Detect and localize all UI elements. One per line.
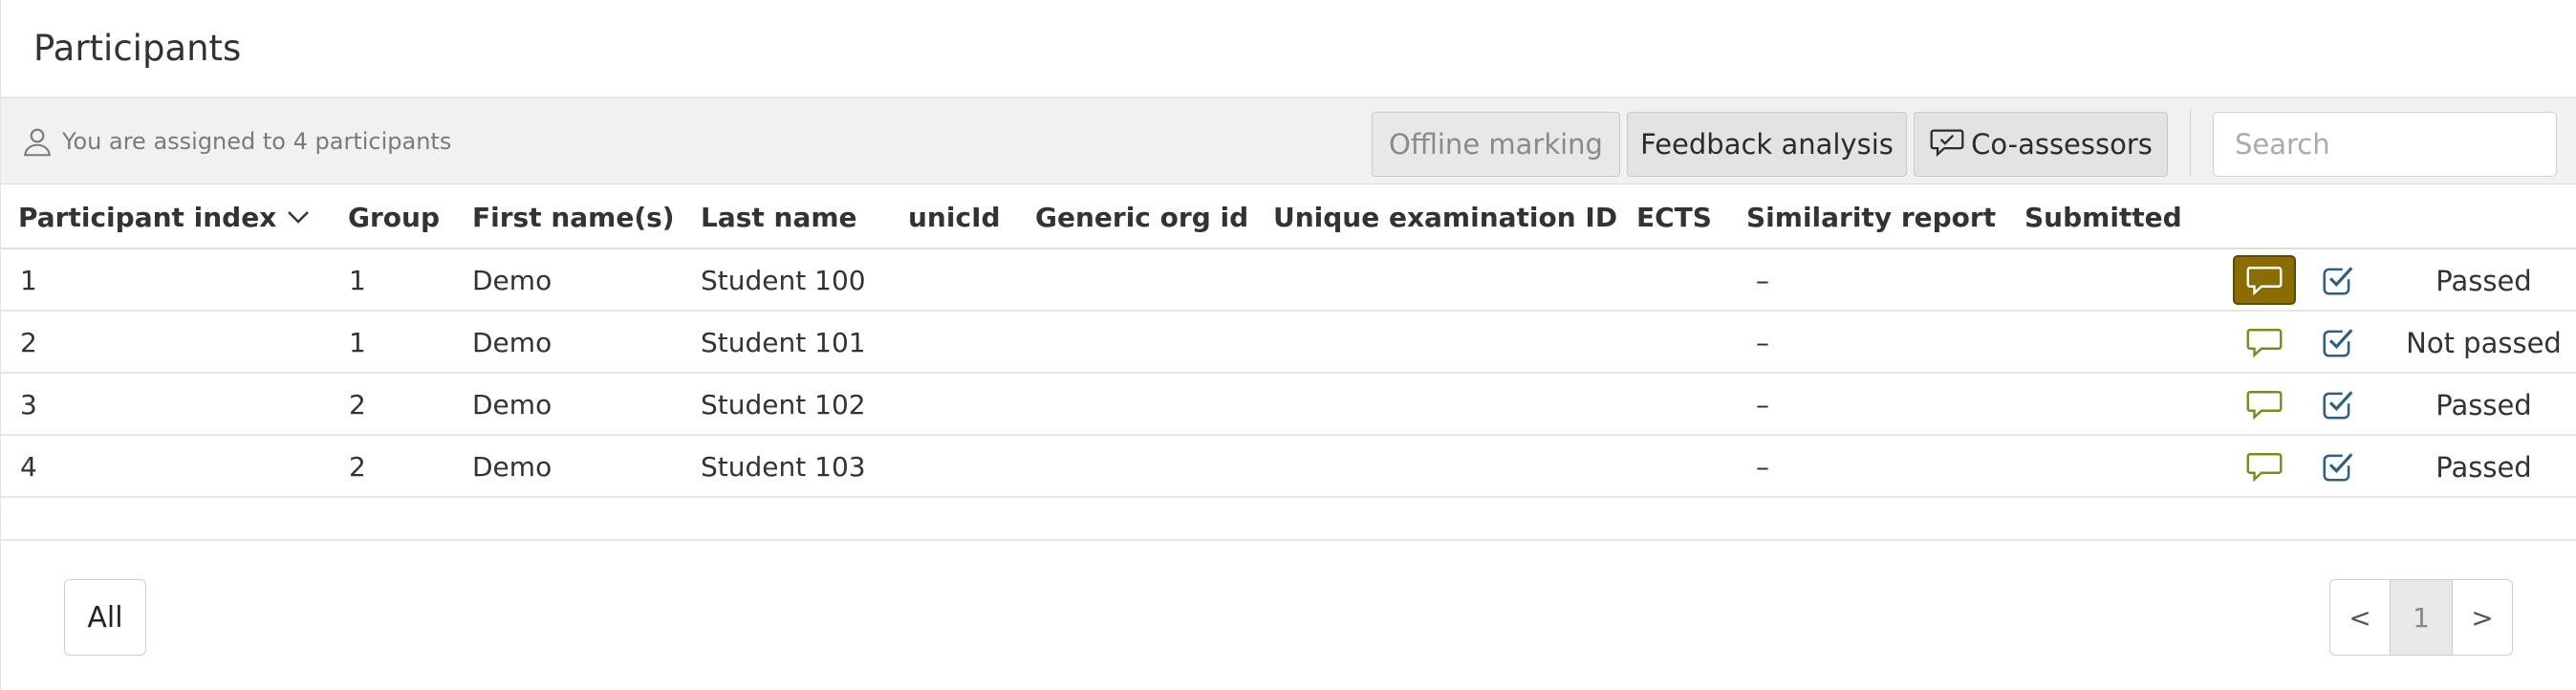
pagination-next[interactable]: > [2452, 579, 2513, 656]
column-group[interactable]: Group [348, 184, 440, 249]
cell-last-name: Student 100 [701, 265, 866, 296]
cell-last-name: Student 101 [701, 327, 866, 358]
comment-button[interactable] [2233, 379, 2296, 429]
cell-participant-index: 4 [20, 451, 37, 483]
comment-button[interactable] [2233, 255, 2296, 305]
mark-button[interactable] [2314, 379, 2362, 429]
column-ects[interactable]: ECTS [1636, 184, 1712, 249]
mark-button[interactable] [2314, 442, 2362, 491]
feedback-analysis-button[interactable]: Feedback analysis [1627, 112, 1907, 177]
pagination-prev[interactable]: < [2329, 579, 2391, 656]
search-input[interactable] [2213, 112, 2557, 177]
checkbox-check-icon [2320, 386, 2356, 422]
status-text: Passed [2435, 264, 2532, 297]
column-unicid[interactable]: unicId [908, 184, 1001, 249]
cell-last-name: Student 102 [701, 389, 866, 420]
cell-participant-index: 1 [20, 265, 37, 296]
toolbar-divider [2190, 108, 2191, 177]
cell-first-name: Demo [472, 265, 552, 296]
cell-participant-index: 3 [20, 389, 37, 420]
cell-similarity-report: – [1756, 451, 1769, 483]
cell-similarity-report: – [1756, 265, 1769, 296]
offline-marking-label: Offline marking [1389, 128, 1603, 161]
column-unique-examination-id[interactable]: Unique examination ID [1273, 184, 1617, 249]
comment-icon [2245, 449, 2284, 484]
assigned-text: You are assigned to 4 participants [62, 128, 452, 155]
title-bar: Participants [1, 0, 2576, 98]
cell-last-name: Student 103 [701, 451, 866, 483]
column-last-name[interactable]: Last name [701, 184, 857, 249]
comment-icon [2245, 263, 2284, 297]
table-header: Participant index Group First name(s) La… [1, 184, 2576, 249]
cell-similarity-report: – [1756, 389, 1769, 420]
status-text: Not passed [2406, 326, 2562, 359]
comment-check-icon [1929, 125, 1965, 164]
cell-group: 2 [349, 389, 366, 420]
comment-button[interactable] [2233, 442, 2296, 491]
offline-marking-button[interactable]: Offline marking [1372, 112, 1620, 177]
column-first-name[interactable]: First name(s) [472, 184, 675, 249]
pagination-page-1[interactable]: 1 [2391, 579, 2452, 656]
comment-icon [2245, 387, 2284, 421]
mark-button[interactable] [2314, 317, 2362, 367]
cell-first-name: Demo [472, 327, 552, 358]
pagination: < 1 > [2329, 579, 2513, 656]
checkbox-check-icon [2320, 448, 2356, 485]
cell-group: 2 [349, 451, 366, 483]
mark-button[interactable] [2314, 255, 2362, 305]
checkbox-check-icon [2320, 262, 2356, 298]
cell-first-name: Demo [472, 451, 552, 483]
cell-group: 1 [349, 265, 366, 296]
table-footer: All < 1 > [1, 541, 2576, 686]
show-all-button[interactable]: All [64, 579, 146, 656]
comment-button[interactable] [2233, 317, 2296, 367]
user-icon [20, 124, 54, 159]
cell-similarity-report: – [1756, 327, 1769, 358]
cell-group: 1 [349, 327, 366, 358]
cell-participant-index: 2 [20, 327, 37, 358]
table-row[interactable]: 2 1 Demo Student 101 – Not passed [1, 312, 2576, 374]
status-text: Passed [2435, 450, 2532, 484]
page-title: Participants [33, 28, 242, 69]
table-row[interactable]: 3 2 Demo Student 102 – Passed [1, 374, 2576, 436]
toolbar: You are assigned to 4 participants Offli… [1, 98, 2576, 184]
column-participant-index[interactable]: Participant index [18, 184, 311, 249]
participants-table: Participant index Group First name(s) La… [1, 184, 2576, 541]
column-label: Participant index [18, 201, 277, 233]
co-assessors-label: Co-assessors [1971, 128, 2153, 161]
table-body: 1 1 Demo Student 100 – Passed 2 1 Demo S [1, 249, 2576, 498]
assigned-info: You are assigned to 4 participants [20, 98, 451, 184]
status-text: Passed [2435, 388, 2532, 421]
co-assessors-button[interactable]: Co-assessors [1914, 112, 2168, 177]
feedback-analysis-label: Feedback analysis [1640, 128, 1894, 161]
cell-first-name: Demo [472, 389, 552, 420]
chevron-down-icon [286, 208, 311, 226]
column-similarity-report[interactable]: Similarity report [1746, 184, 1996, 249]
checkbox-check-icon [2320, 324, 2356, 360]
table-row[interactable]: 1 1 Demo Student 100 – Passed [1, 249, 2576, 312]
comment-icon [2245, 325, 2284, 359]
table-row[interactable]: 4 2 Demo Student 103 – Passed [1, 436, 2576, 498]
participants-page: Participants You are assigned to 4 parti… [0, 0, 2576, 690]
column-submitted[interactable]: Submitted [2024, 184, 2182, 249]
column-generic-org-id[interactable]: Generic org id [1035, 184, 1248, 249]
